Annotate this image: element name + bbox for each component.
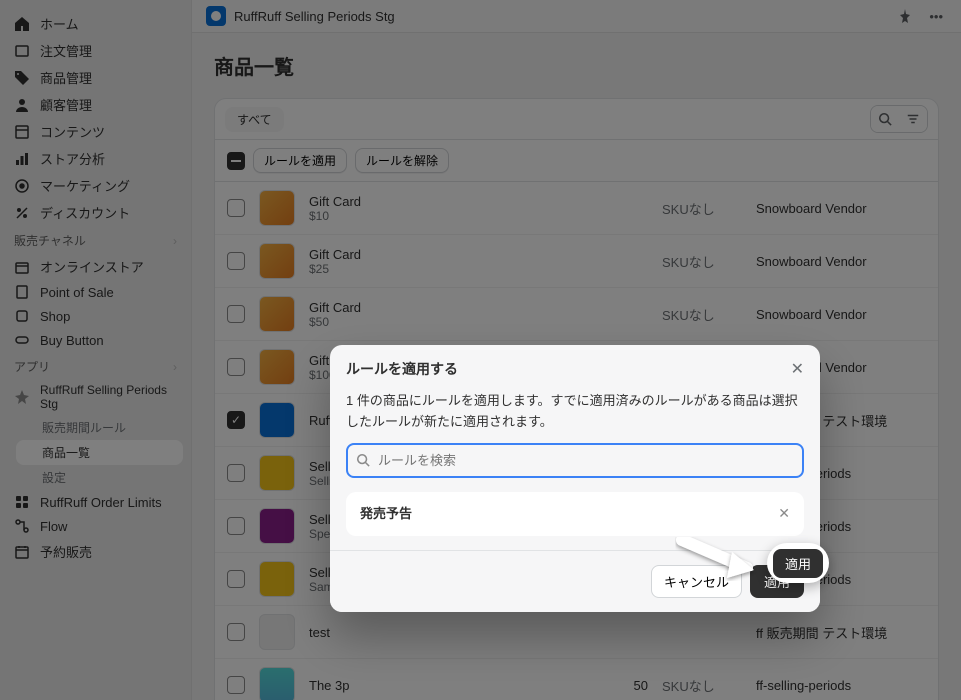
modal-header: ルールを適用する ✕ bbox=[330, 345, 820, 387]
modal-description: 1 件の商品にルールを適用します。すでに適用済みのルールがある商品は選択したルー… bbox=[346, 391, 804, 433]
selected-rule-row[interactable]: 発売予告 ✕ bbox=[346, 492, 804, 537]
modal-title: ルールを適用する bbox=[346, 359, 458, 379]
rule-search-box bbox=[346, 443, 804, 478]
apply-rule-modal: ルールを適用する ✕ 1 件の商品にルールを適用します。すでに適用済みのルールが… bbox=[330, 345, 820, 612]
apply-button-highlighted[interactable]: 適用 bbox=[773, 549, 823, 578]
apply-button-highlight: 適用 bbox=[767, 543, 829, 583]
modal-footer: キャンセル 適用 bbox=[330, 550, 820, 612]
modal-body: 1 件の商品にルールを適用します。すでに適用済みのルールがある商品は選択したルー… bbox=[330, 387, 820, 550]
modal-close-button[interactable]: ✕ bbox=[791, 359, 804, 379]
selected-rule-label: 発売予告 bbox=[360, 504, 412, 525]
cancel-button[interactable]: キャンセル bbox=[651, 565, 742, 598]
remove-selected-button[interactable]: ✕ bbox=[778, 505, 790, 522]
search-icon bbox=[356, 453, 370, 467]
rule-search-input[interactable] bbox=[346, 443, 804, 478]
